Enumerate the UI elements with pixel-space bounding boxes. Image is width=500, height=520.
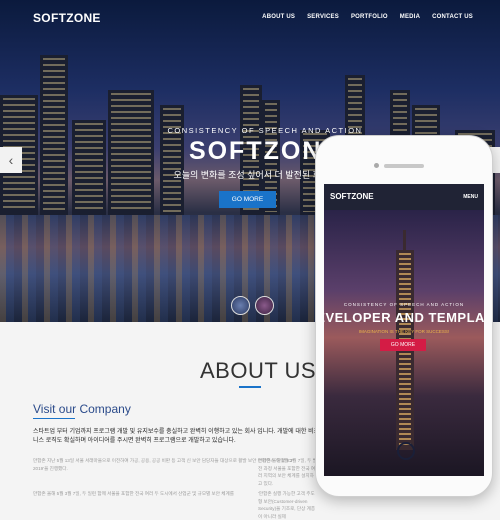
phone-title: DEVELOPER AND TEMPLATE bbox=[324, 310, 484, 325]
building bbox=[40, 55, 68, 215]
site-logo[interactable]: SOFTZONE bbox=[33, 11, 101, 25]
about-paragraph-4: '만합존 실행 가능한 고객 주도형 보안(Customer-driven Se… bbox=[258, 491, 316, 519]
building bbox=[72, 120, 106, 215]
phone-menu-button[interactable]: MENU bbox=[463, 194, 478, 200]
about-heading-underline bbox=[239, 386, 261, 388]
phone-home-button[interactable] bbox=[397, 442, 415, 460]
nav-item-contact-us[interactable]: CONTACT US bbox=[432, 14, 473, 20]
phone-screen: SOFTZONE MENU CONSISTENCY OF SPEECH AND … bbox=[324, 184, 484, 476]
visit-heading-underline bbox=[33, 418, 75, 419]
slide-thumbnail-2[interactable] bbox=[255, 296, 274, 315]
top-navigation: SOFTZONE ABOUT US SERVICES PORTFOLIO MED… bbox=[0, 0, 500, 36]
phone-speaker bbox=[384, 164, 424, 168]
slide-thumbnail-1[interactable] bbox=[231, 296, 250, 315]
phone-subtitle: IMAGINATION IS THE KEY FOR SUCCESS! bbox=[358, 329, 450, 334]
hero-tagline: CONSISTENCY OF SPEECH AND ACTION bbox=[167, 126, 363, 135]
nav-item-services[interactable]: SERVICES bbox=[307, 14, 339, 20]
chevron-left-icon[interactable]: ‹ bbox=[0, 147, 22, 173]
nav-item-media[interactable]: MEDIA bbox=[400, 14, 420, 20]
phone-mockup: SOFTZONE MENU CONSISTENCY OF SPEECH AND … bbox=[315, 135, 493, 497]
phone-logo[interactable]: SOFTZONE bbox=[330, 192, 374, 201]
go-more-button[interactable]: GO MORE bbox=[219, 191, 276, 208]
about-paragraph-2: 만합존 올해 5월 3월 7일, 두 발전 과정 서울을 포함한 전국 여러 지… bbox=[258, 458, 317, 486]
about-paragraph-3: 만합존 올해 5월 3월 7일, 두 일련 함께 서울을 포함한 전국 여러 두… bbox=[33, 491, 234, 496]
about-description: 스타트업 부터 기업까지 프로그램 개발 및 유지보수를 충실하고 완벽히 이행… bbox=[33, 429, 320, 444]
about-heading: ABOUT US bbox=[200, 358, 317, 383]
slider-thumbnails bbox=[231, 296, 274, 315]
nav-item-about-us[interactable]: ABOUT US bbox=[262, 14, 295, 20]
visit-heading: Visit our Company bbox=[33, 402, 131, 416]
phone-camera bbox=[374, 163, 379, 168]
phone-tagline: CONSISTENCY OF SPEECH AND ACTION bbox=[343, 302, 465, 307]
phone-navbar: SOFTZONE MENU bbox=[324, 184, 484, 210]
nav-menu: ABOUT US SERVICES PORTFOLIO MEDIA CONTAC… bbox=[262, 14, 473, 20]
nav-item-portfolio[interactable]: PORTFOLIO bbox=[351, 14, 388, 20]
phone-go-more-button[interactable]: GO MORE bbox=[380, 339, 426, 351]
